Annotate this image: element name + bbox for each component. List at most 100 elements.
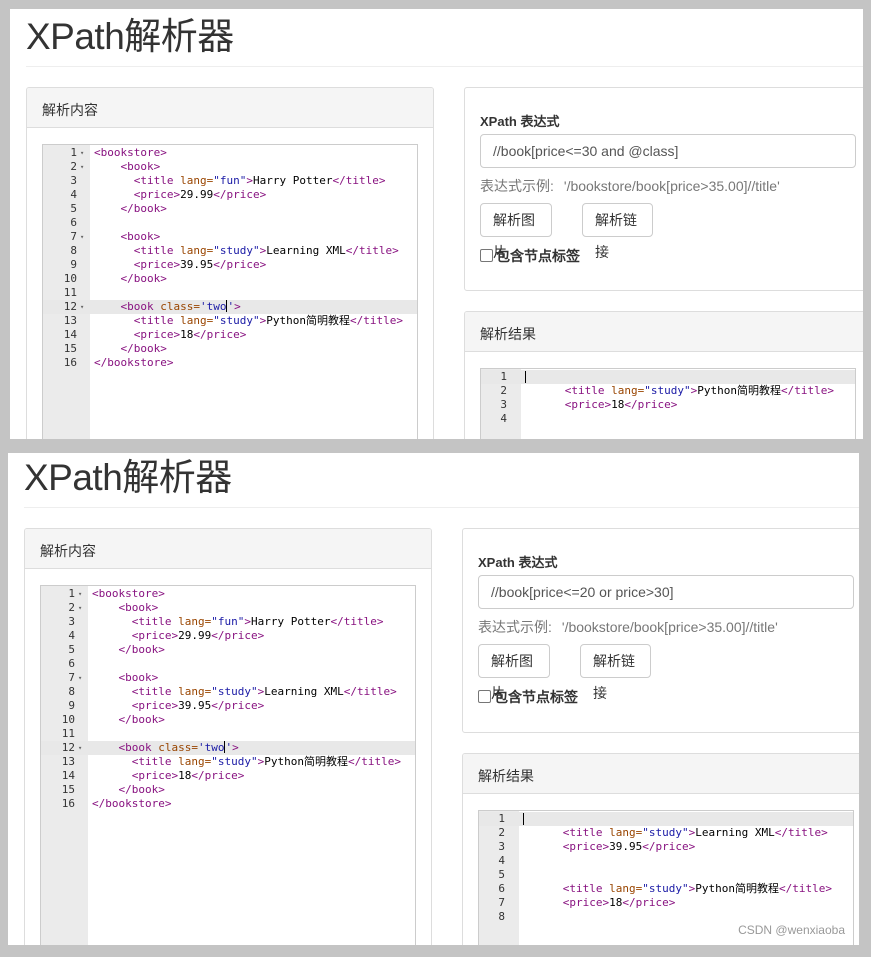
include-tags-option[interactable]: 包含节点标签 — [480, 246, 580, 266]
code-line[interactable]: 11 — [41, 727, 415, 741]
result-code[interactable]: 12 <title lang="study">Learning XML</tit… — [479, 811, 853, 924]
line-number: 5 — [498, 868, 505, 881]
code-line[interactable]: 4 <price>29.99</price> — [41, 629, 415, 643]
code-line[interactable]: 3 <title lang="fun">Harry Potter</title> — [43, 174, 417, 188]
code-line[interactable]: 7 <price>18</price> — [479, 896, 853, 910]
include-tags-option[interactable]: 包含节点标签 — [478, 687, 578, 707]
parse-link-button[interactable]: 解析链接 — [580, 644, 651, 701]
code-line[interactable]: 11 — [43, 286, 417, 300]
source-editor[interactable]: 1 ▾ <bookstore> 2 ▾ <book> 3 <title lang="fun… — [42, 144, 418, 439]
fold-arrow-icon[interactable]: ▾ — [80, 160, 88, 174]
line-code: <price>18</price> — [133, 328, 247, 341]
line-code: </book> — [120, 202, 167, 215]
source-editor[interactable]: 1 ▾ <bookstore> 2 ▾ <book> 3 <title lang="fun… — [40, 585, 416, 945]
fold-arrow-icon[interactable]: ▾ — [78, 741, 86, 755]
line-code: <price>39.95</price> — [131, 699, 265, 712]
xpath-label: XPath 表达式 — [480, 114, 560, 129]
result-panel: 解析结果 12 <title lang="study">Python简明教程</… — [464, 311, 863, 439]
line-number: 8 — [68, 685, 75, 698]
parse-image-button[interactable]: 解析图片 — [480, 203, 552, 260]
code-line[interactable]: 6 <title lang="study">Python简明教程</title> — [479, 882, 853, 896]
parse-image-button[interactable]: 解析图片 — [478, 644, 550, 701]
code-line[interactable]: 14 <price>18</price> — [41, 769, 415, 783]
xpath-input[interactable]: //book[price<=30 and @class] — [480, 134, 856, 168]
xpath-input[interactable]: //book[price<=20 or price>30] — [478, 575, 854, 609]
code-line[interactable]: 12 ▾ <book class='two'> — [41, 741, 415, 755]
include-tags-checkbox[interactable] — [478, 690, 491, 703]
code-line[interactable]: 12 ▾ <book class='two'> — [43, 300, 417, 314]
code-line[interactable]: 2 <title lang="study">Learning XML</titl… — [479, 826, 853, 840]
fold-arrow-icon[interactable]: ▾ — [78, 587, 86, 601]
hint-label: 表达式示例: — [478, 619, 552, 635]
code-line[interactable]: 6 — [43, 216, 417, 230]
code-line[interactable]: 8 <title lang="study">Learning XML</titl… — [41, 685, 415, 699]
line-number: 2 — [70, 160, 77, 173]
code-line[interactable]: 4 <price>29.99</price> — [43, 188, 417, 202]
line-number: 1 — [500, 370, 507, 383]
line-number: 7 — [68, 671, 75, 684]
fold-arrow-icon[interactable]: ▾ — [78, 671, 86, 685]
code-line[interactable]: 14 <price>18</price> — [43, 328, 417, 342]
code-line[interactable]: 13 <title lang="study">Python简明教程</title… — [41, 755, 415, 769]
code-line[interactable]: 7 ▾ <book> — [43, 230, 417, 244]
line-number: 6 — [498, 882, 505, 895]
line-number: 12 — [63, 300, 77, 313]
content-panel-heading: 解析内容 — [27, 88, 433, 128]
code-line[interactable]: 10 </book> — [41, 713, 415, 727]
source-code[interactable]: 1 ▾ <bookstore> 2 ▾ <book> 3 <title lang="fun… — [43, 145, 417, 370]
title-divider — [26, 66, 863, 67]
code-line[interactable]: 13 <title lang="study">Python简明教程</title… — [43, 314, 417, 328]
code-line[interactable]: 8 <title lang="study">Learning XML</titl… — [43, 244, 417, 258]
line-code: </book> — [118, 713, 165, 726]
line-code: <title lang="study">Learning XML</title> — [131, 685, 397, 698]
source-code[interactable]: 1 ▾ <bookstore> 2 ▾ <book> 3 <title lang="fun… — [41, 586, 415, 811]
code-line[interactable]: 6 — [41, 657, 415, 671]
expression-example: 表达式示例: '/bookstore/book[price>35.00]//tit… — [480, 176, 780, 196]
result-editor[interactable]: 12 <title lang="study">Python简明教程</title… — [480, 368, 856, 439]
code-line[interactable]: 1 — [479, 812, 853, 826]
fold-arrow-icon[interactable]: ▾ — [80, 230, 88, 244]
code-line[interactable]: 5 — [479, 868, 853, 882]
code-line[interactable]: 16 </bookstore> — [41, 797, 415, 811]
code-line[interactable]: 16 </bookstore> — [43, 356, 417, 370]
line-number: 8 — [70, 244, 77, 257]
code-line[interactable]: 1 ▾ <bookstore> — [41, 587, 415, 601]
code-line[interactable]: 4 — [481, 412, 855, 426]
include-tags-checkbox[interactable] — [480, 249, 493, 262]
line-number: 10 — [63, 272, 77, 285]
code-line[interactable]: 7 ▾ <book> — [41, 671, 415, 685]
line-number: 15 — [63, 342, 77, 355]
code-line[interactable]: 9 <price>39.95</price> — [41, 699, 415, 713]
xpath-label: XPath 表达式 — [478, 555, 558, 570]
fold-arrow-icon[interactable]: ▾ — [80, 146, 88, 160]
line-code: <title lang="study">Python简明教程</title> — [133, 314, 403, 327]
parse-link-button[interactable]: 解析链接 — [582, 203, 653, 260]
code-line[interactable]: 1 — [481, 370, 855, 384]
code-line[interactable]: 2 <title lang="study">Python简明教程</title> — [481, 384, 855, 398]
code-line[interactable]: 3 <price>18</price> — [481, 398, 855, 412]
code-line[interactable]: 3 <price>39.95</price> — [479, 840, 853, 854]
line-number: 4 — [498, 854, 505, 867]
hint-value: '/bookstore/book[price>35.00]//title' — [561, 619, 778, 635]
expression-example: 表达式示例: '/bookstore/book[price>35.00]//tit… — [478, 617, 778, 637]
code-line[interactable]: 4 — [479, 854, 853, 868]
code-line[interactable]: 8 — [479, 910, 853, 924]
code-line[interactable]: 2 ▾ <book> — [43, 160, 417, 174]
line-number: 14 — [61, 769, 75, 782]
code-line[interactable]: 5 </book> — [43, 202, 417, 216]
result-code[interactable]: 12 <title lang="study">Python简明教程</title… — [481, 369, 855, 426]
line-number: 15 — [61, 783, 75, 796]
code-line[interactable]: 5 </book> — [41, 643, 415, 657]
line-number: 2 — [68, 601, 75, 614]
code-line[interactable]: 10 </book> — [43, 272, 417, 286]
page-title: XPath解析器 — [24, 457, 232, 498]
code-line[interactable]: 9 <price>39.95</price> — [43, 258, 417, 272]
fold-arrow-icon[interactable]: ▾ — [78, 601, 86, 615]
code-line[interactable]: 15 </book> — [43, 342, 417, 356]
code-line[interactable]: 1 ▾ <bookstore> — [43, 146, 417, 160]
xpath-input-value: //book[price<=20 or price>30] — [491, 584, 674, 600]
code-line[interactable]: 15 </book> — [41, 783, 415, 797]
code-line[interactable]: 2 ▾ <book> — [41, 601, 415, 615]
fold-arrow-icon[interactable]: ▾ — [80, 300, 88, 314]
code-line[interactable]: 3 <title lang="fun">Harry Potter</title> — [41, 615, 415, 629]
